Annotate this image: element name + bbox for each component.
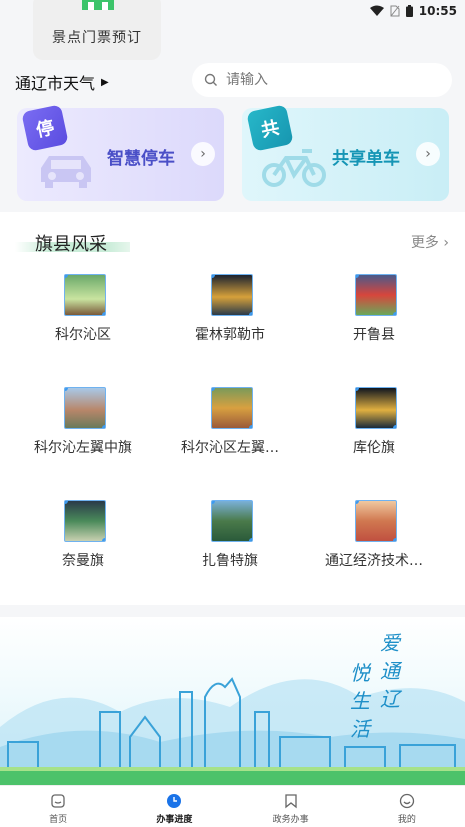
smile-icon (399, 793, 415, 809)
chevron-right-icon: › (191, 142, 215, 166)
city-banner[interactable]: 爱 通 辽 悦 生 活 (0, 617, 465, 785)
status-time: 10:55 (418, 4, 457, 18)
play-arrow-icon: ▶ (101, 76, 109, 88)
more-link[interactable]: 更多 › (411, 232, 449, 252)
county-thumbnail (355, 274, 397, 316)
wifi-icon (369, 5, 384, 16)
county-thumbnail (64, 387, 106, 429)
slogan-char: 通 (380, 659, 400, 683)
bicycle-icon (262, 149, 326, 187)
battery-icon (405, 5, 413, 17)
county-label: 开鲁县 (353, 327, 395, 343)
county-item[interactable]: 开鲁县 (299, 274, 449, 354)
chevron-right-icon: › (416, 142, 440, 166)
county-thumbnail (355, 500, 397, 542)
tab-label: 我的 (397, 815, 416, 825)
tab-services[interactable]: 政务办事 (233, 786, 349, 827)
county-thumbnail (211, 500, 253, 542)
bookmark-icon (284, 794, 297, 809)
car-icon (41, 156, 91, 188)
county-label: 通辽经济技术… (325, 553, 423, 569)
home-icon (51, 794, 65, 808)
county-item[interactable]: 通辽经济技术… (299, 500, 449, 580)
shared-bike-title: 共享单车 (332, 149, 400, 169)
scenic-house-icon (82, 0, 114, 10)
sim-icon (390, 5, 400, 17)
search-input[interactable] (226, 72, 426, 88)
county-label: 奈曼旗 (62, 553, 104, 569)
slogan-char: 悦 (350, 661, 370, 685)
county-label: 库伦旗 (353, 440, 395, 456)
tab-label: 政务办事 (272, 815, 309, 825)
county-thumbnail (211, 274, 253, 316)
county-item[interactable]: 奈曼旗 (8, 500, 158, 580)
county-item[interactable]: 科尔沁左翼中旗 (8, 387, 158, 467)
status-bar: 10:55 (369, 2, 457, 20)
tab-mine[interactable]: 我的 (349, 786, 465, 827)
county-thumbnail (211, 387, 253, 429)
tab-progress[interactable]: 办事进度 (116, 786, 232, 827)
search-icon (204, 73, 217, 86)
county-thumbnail (355, 387, 397, 429)
section-title: 旗县风采 (35, 234, 107, 255)
scenic-ticket-label: 景点门票预订 (52, 30, 142, 46)
county-thumbnail (64, 500, 106, 542)
county-section: 旗县风采 更多 › 科尔沁区 霍林郭勒市 开鲁县 科尔沁左翼中旗 科尔沁区左翼…… (0, 212, 465, 605)
shared-bike-card[interactable]: 共 共享单车 › (242, 104, 449, 201)
county-label: 霍林郭勒市 (195, 327, 265, 343)
weather-link[interactable]: 通辽市天气 ▶ (15, 70, 109, 94)
slogan-char: 活 (350, 717, 370, 741)
county-label: 科尔沁区左翼… (181, 440, 279, 456)
bottom-tab-bar: 首页 办事进度 政务办事 我的 (0, 785, 465, 827)
tab-home[interactable]: 首页 (0, 786, 116, 827)
weather-label: 通辽市天气 (15, 74, 96, 93)
county-item[interactable]: 扎鲁特旗 (155, 500, 305, 580)
county-label: 科尔沁左翼中旗 (34, 440, 132, 456)
search-box[interactable] (192, 63, 452, 97)
chevron-right-icon: › (443, 235, 449, 251)
county-item[interactable]: 科尔沁区左翼… (155, 387, 305, 467)
smart-parking-card[interactable]: 停 智慧停车 › (17, 104, 224, 201)
county-thumbnail (64, 274, 106, 316)
slogan-char: 爱 (380, 631, 400, 655)
county-item[interactable]: 库伦旗 (299, 387, 449, 467)
parking-badge: 停 (21, 104, 69, 152)
more-label: 更多 (410, 235, 439, 251)
scenic-ticket-card[interactable]: 景点门票预订 (33, 0, 161, 60)
slogan-char: 辽 (380, 687, 400, 711)
bike-badge: 共 (246, 104, 294, 152)
county-label: 扎鲁特旗 (202, 553, 258, 569)
county-item[interactable]: 科尔沁区 (8, 274, 158, 354)
tab-label: 首页 (49, 815, 68, 825)
banner-slogan: 爱 通 辽 悦 生 活 (350, 627, 410, 741)
slogan-char: 生 (350, 689, 370, 713)
county-item[interactable]: 霍林郭勒市 (155, 274, 305, 354)
tab-label: 办事进度 (156, 815, 193, 825)
county-label: 科尔沁区 (55, 327, 111, 343)
clock-icon (167, 794, 182, 808)
smart-parking-title: 智慧停车 (107, 149, 175, 169)
top-area: 景点门票预订 10:55 通辽市天气 ▶ 停 (0, 0, 465, 212)
